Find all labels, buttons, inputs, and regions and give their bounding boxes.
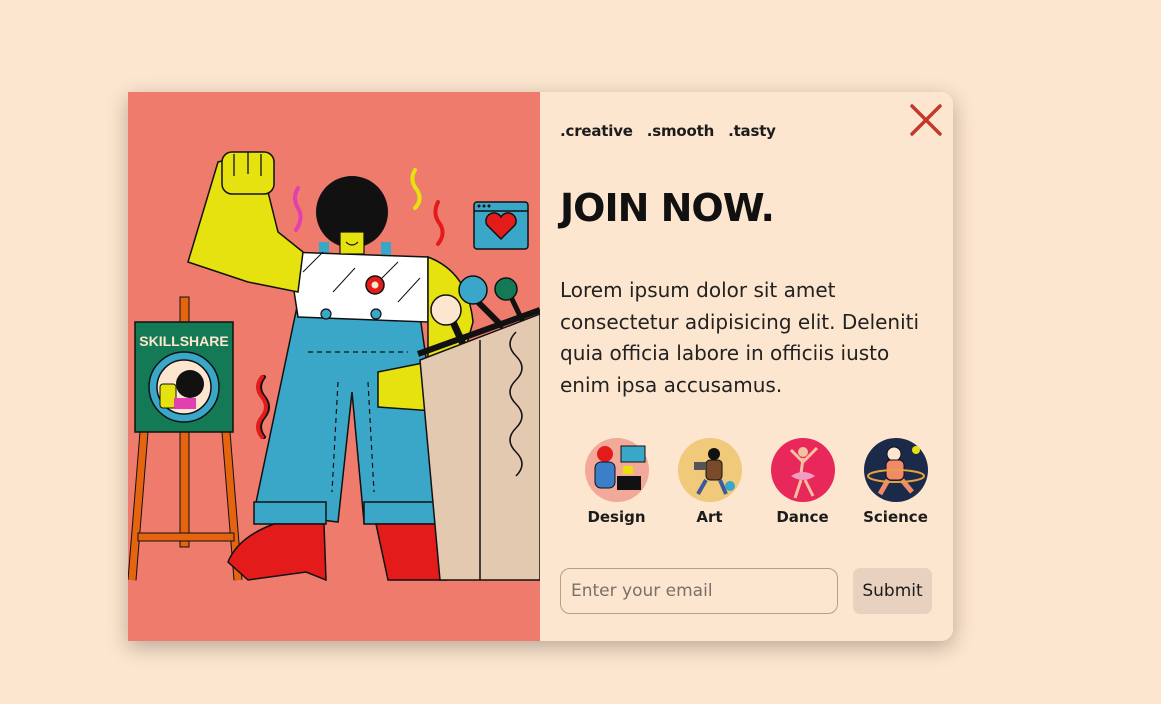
- close-icon[interactable]: [908, 102, 944, 138]
- category-label-science: Science: [863, 508, 928, 526]
- page-title: JOIN NOW.: [560, 186, 775, 230]
- tag-list: .creative .smooth .tasty: [560, 122, 776, 140]
- category-list: Design Art Dance Science: [570, 436, 942, 526]
- category-science[interactable]: Science: [849, 436, 942, 526]
- category-design[interactable]: Design: [570, 436, 663, 526]
- signup-panel: .creative .smooth .tasty JOIN NOW. Lorem…: [540, 92, 953, 641]
- art-illustration-icon: [677, 438, 742, 502]
- science-illustration-icon: [863, 438, 928, 502]
- category-label-art: Art: [696, 508, 723, 526]
- hero-illustration-panel: SKILLSHARE: [128, 92, 540, 641]
- tag-tasty: .tasty: [728, 122, 776, 140]
- description-text: Lorem ipsum dolor sit amet consectetur a…: [560, 278, 920, 397]
- category-art[interactable]: Art: [663, 436, 756, 526]
- submit-button[interactable]: Submit: [853, 568, 932, 614]
- tag-smooth: .smooth: [646, 122, 715, 140]
- email-field[interactable]: [560, 568, 838, 614]
- category-dance[interactable]: Dance: [756, 436, 849, 526]
- design-illustration-icon: [584, 438, 649, 502]
- easel-illustration: SKILLSHARE: [128, 296, 243, 581]
- heart-window-icon: [473, 201, 529, 250]
- easel-sign-text: SKILLSHARE: [139, 333, 228, 349]
- tag-creative: .creative: [560, 122, 633, 140]
- podium-illustration: [416, 307, 540, 581]
- category-label-dance: Dance: [776, 508, 829, 526]
- category-label-design: Design: [587, 508, 646, 526]
- join-popup: SKILLSHARE .creative .smooth .tasty JOIN…: [128, 92, 953, 641]
- speaker-illustration: SKILLSHARE: [128, 151, 540, 582]
- dance-illustration-icon: [770, 438, 835, 502]
